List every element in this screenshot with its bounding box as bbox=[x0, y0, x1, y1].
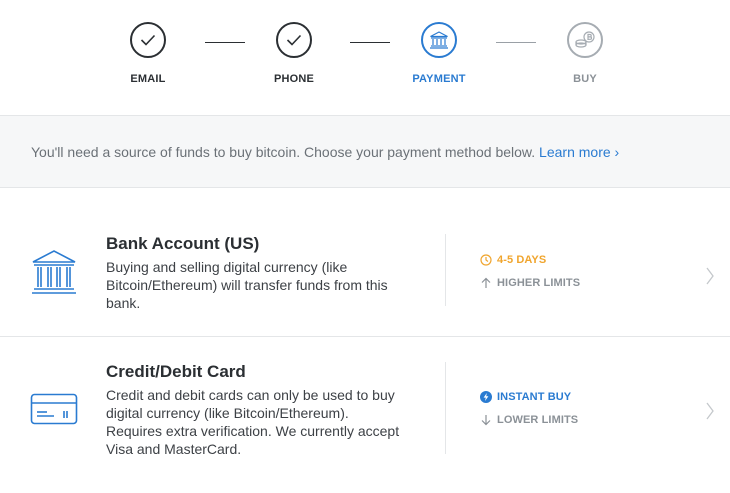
method-title: Bank Account (US) bbox=[106, 234, 260, 253]
vertical-divider bbox=[445, 234, 446, 306]
credit-card-icon bbox=[30, 393, 78, 430]
step-payment-circle bbox=[421, 22, 457, 58]
step-email-label: EMAIL bbox=[130, 73, 166, 85]
payment-method-credit-card[interactable]: Credit/Debit Card Credit and debit cards… bbox=[0, 337, 730, 493]
speed-row: INSTANT BUY bbox=[480, 390, 578, 404]
step-buy-circle bbox=[567, 22, 603, 58]
limits-text: HIGHER LIMITS bbox=[497, 277, 581, 289]
step-buy-label: BUY bbox=[573, 73, 597, 85]
limits-text: LOWER LIMITS bbox=[497, 414, 579, 426]
vertical-divider bbox=[445, 362, 446, 454]
step-email-circle bbox=[130, 22, 166, 58]
notice-text-line: You'll need a source of funds to buy bit… bbox=[31, 144, 619, 160]
arrow-down-icon bbox=[480, 414, 492, 426]
step-connector bbox=[350, 42, 390, 43]
progress-stepper: EMAIL PHONE PAYMENT BUY bbox=[0, 0, 730, 115]
bank-icon bbox=[430, 31, 448, 49]
step-connector bbox=[205, 42, 245, 43]
limits-row: LOWER LIMITS bbox=[480, 413, 578, 427]
check-icon bbox=[286, 34, 302, 46]
method-description: Buying and selling digital currency (lik… bbox=[106, 259, 388, 311]
coins-icon bbox=[575, 31, 595, 48]
limits-row: HIGHER LIMITS bbox=[480, 276, 580, 290]
method-meta: 4-5 DAYS HIGHER LIMITS bbox=[480, 253, 580, 290]
learn-more-link[interactable]: Learn more › bbox=[539, 144, 619, 160]
info-notice: You'll need a source of funds to buy bit… bbox=[0, 115, 730, 188]
speed-row: 4-5 DAYS bbox=[480, 253, 580, 267]
step-payment: PAYMENT bbox=[399, 22, 479, 85]
speed-text: 4-5 DAYS bbox=[497, 254, 547, 266]
method-title: Credit/Debit Card bbox=[106, 362, 246, 381]
clock-icon bbox=[480, 254, 492, 266]
method-description: Credit and debit cards can only be used … bbox=[106, 387, 400, 457]
check-icon bbox=[140, 34, 156, 46]
step-email: EMAIL bbox=[108, 22, 188, 85]
step-phone-label: PHONE bbox=[273, 73, 315, 85]
notice-text: You'll need a source of funds to buy bit… bbox=[31, 144, 536, 160]
lightning-icon bbox=[480, 391, 492, 403]
step-buy: BUY bbox=[545, 22, 625, 85]
step-phone-circle bbox=[276, 22, 312, 58]
speed-text: INSTANT BUY bbox=[497, 391, 572, 403]
payment-method-bank-account[interactable]: Bank Account (US) Buying and selling dig… bbox=[0, 189, 730, 336]
bank-icon bbox=[30, 249, 78, 302]
chevron-right-icon bbox=[705, 402, 715, 425]
method-meta: INSTANT BUY LOWER LIMITS bbox=[480, 390, 578, 427]
step-payment-label: PAYMENT bbox=[412, 73, 466, 85]
chevron-right-icon bbox=[705, 267, 715, 290]
step-phone: PHONE bbox=[254, 22, 334, 85]
step-connector bbox=[496, 42, 536, 43]
arrow-up-icon bbox=[480, 277, 492, 289]
